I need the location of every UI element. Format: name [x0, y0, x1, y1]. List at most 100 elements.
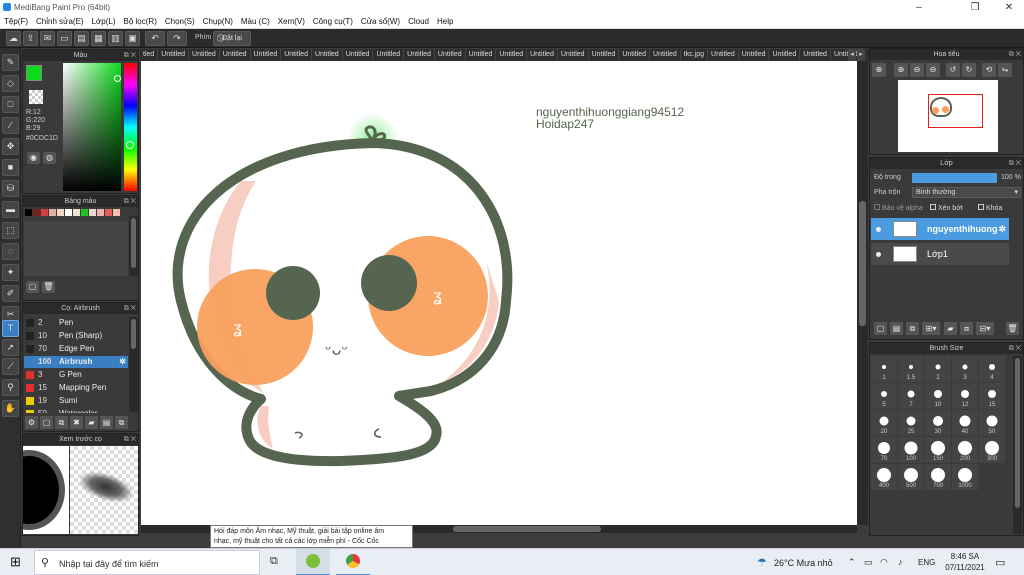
palette-swatch[interactable]: [89, 209, 96, 216]
brush-item[interactable]: 2 Pen: [24, 317, 128, 329]
volume-icon[interactable]: ♪: [898, 557, 903, 567]
tab-scroll-right-icon[interactable]: ▸: [857, 49, 865, 61]
palette-swatch[interactable]: [57, 209, 64, 216]
document-tab[interactable]: Untitled: [189, 49, 220, 61]
brush-size-cell[interactable]: 200: [952, 437, 978, 463]
brush-size-cell[interactable]: 70: [871, 437, 897, 463]
brush-size-cell[interactable]: 15: [979, 383, 1005, 409]
palette-swatch[interactable]: [25, 209, 32, 216]
brush-size-cell[interactable]: 40: [952, 410, 978, 436]
new-layer-icon[interactable]: ▢: [874, 322, 887, 335]
palette-swatch[interactable]: [97, 209, 104, 216]
palette-scrollbar[interactable]: [129, 216, 138, 276]
primary-color-swatch[interactable]: [26, 65, 42, 81]
brush-export-icon[interactable]: ▤: [100, 416, 113, 429]
page-icon[interactable]: ▤: [74, 31, 89, 46]
brush-settings-gear-icon[interactable]: ✲: [119, 356, 126, 368]
hue-slider[interactable]: [124, 63, 137, 191]
color-wheel-icon[interactable]: ◉: [27, 152, 40, 164]
document-tab[interactable]: Untitled: [708, 49, 739, 61]
palette-swatch[interactable]: [81, 209, 88, 216]
palette-swatch[interactable]: [49, 209, 56, 216]
canvas-vscrollbar[interactable]: [857, 61, 868, 525]
blend-mode-select[interactable]: Bình thường ▾: [912, 187, 1021, 198]
weather-text[interactable]: 26°C Mưa nhỏ: [774, 558, 833, 568]
brush-tool-icon[interactable]: ✎: [2, 54, 19, 71]
taskbar-coccoc-app[interactable]: [296, 549, 330, 575]
brush-folder-icon[interactable]: ▰: [85, 416, 98, 429]
brush-settings-icon[interactable]: ⧉: [115, 416, 128, 429]
navigator-view-rect[interactable]: [928, 94, 983, 128]
document-tab[interactable]: Untitled: [739, 49, 770, 61]
chat-icon[interactable]: ✉: [40, 31, 55, 46]
panel-close-icon[interactable]: ⧉ ✕: [1009, 49, 1021, 60]
undo-icon[interactable]: ↶: [145, 31, 165, 46]
palette-swatch[interactable]: [33, 209, 40, 216]
document-tab[interactable]: Untitled: [435, 49, 466, 61]
document-tab[interactable]: Untitled: [466, 49, 497, 61]
brush-size-cell[interactable]: 500: [898, 464, 924, 490]
text-tool-icon[interactable]: T: [2, 320, 19, 337]
clipping-checkbox[interactable]: Xén bớt: [930, 204, 963, 212]
palette-swatch[interactable]: [73, 209, 80, 216]
document-tab[interactable]: Untitled: [373, 49, 405, 61]
navigator-thumbnail[interactable]: [898, 80, 998, 152]
redo-icon[interactable]: ↷: [167, 31, 187, 46]
drawing-canvas[interactable]: ʓ ʓ ᵕᴗᵕ nguyenthihuonggiang94512 Hoidap2…: [141, 61, 857, 525]
menu-item[interactable]: Chỉnh sửa(E): [32, 15, 88, 29]
document-tab[interactable]: Untitled: [496, 49, 528, 61]
menu-item[interactable]: Tệp(F): [0, 15, 32, 29]
delete-layer-icon[interactable]: 🗑: [1006, 322, 1019, 335]
brush-item[interactable]: 10 Pen (Sharp): [24, 330, 128, 342]
menu-item[interactable]: Bộ lọc(R): [120, 15, 161, 29]
eyedropper-tool-icon[interactable]: ⚲: [2, 379, 19, 396]
menu-item[interactable]: Màu (C): [237, 15, 274, 29]
zoom-in-icon[interactable]: ⊕: [894, 63, 908, 77]
palette-swatch[interactable]: [65, 209, 72, 216]
brush-size-cell[interactable]: 1000: [952, 464, 978, 490]
rotate-reset-icon[interactable]: ⟲: [982, 63, 996, 77]
brush-new-icon[interactable]: ▢: [40, 416, 53, 429]
document-tab[interactable]: Untitled: [558, 49, 589, 61]
panel-close-icon[interactable]: ⧉ ✕: [124, 196, 136, 207]
layer-properties-icon[interactable]: ⊟▾: [976, 322, 994, 335]
eye-icon[interactable]: [876, 252, 881, 257]
dot-tool-icon[interactable]: □: [2, 96, 19, 113]
brush-size-cell[interactable]: 12: [952, 383, 978, 409]
language-indicator[interactable]: ENG: [918, 558, 935, 567]
eraser-tool-icon[interactable]: ◇: [2, 75, 19, 92]
document-tab[interactable]: Untitled: [312, 49, 343, 61]
brush-size-cell[interactable]: 10: [925, 383, 951, 409]
document-tab[interactable]: Untitled: [619, 49, 651, 61]
document-tab[interactable]: Untitled: [769, 49, 801, 61]
brush-size-cell[interactable]: 2: [925, 356, 951, 382]
document-tab[interactable]: Untitled: [527, 49, 558, 61]
brush-item[interactable]: 100 Airbrush ✲: [24, 356, 128, 368]
select-pen-tool-icon[interactable]: ✐: [2, 285, 19, 302]
menu-item[interactable]: Cloud: [404, 15, 433, 29]
eyedrop-color-icon[interactable]: ◍: [43, 152, 56, 164]
maximize-button[interactable]: ❐: [960, 0, 990, 15]
select-rect-tool-icon[interactable]: ⬚: [2, 222, 19, 239]
taskbar-chrome-app[interactable]: [336, 549, 370, 575]
wifi-icon[interactable]: ◠: [880, 557, 888, 568]
frame-icon[interactable]: ▣: [125, 31, 140, 46]
document-tab[interactable]: tkc.jpg: [681, 49, 709, 61]
panel-close-icon[interactable]: ⧉ ✕: [124, 50, 136, 61]
document-tab[interactable]: Untitled: [650, 49, 681, 61]
close-button[interactable]: ✕: [994, 0, 1024, 15]
clock[interactable]: 8:46 SA 07/11/2021: [945, 551, 985, 573]
brush-scrollbar[interactable]: [129, 317, 138, 412]
trash-icon[interactable]: 🗑: [42, 281, 55, 293]
minimize-button[interactable]: –: [904, 0, 934, 15]
operation-tool-icon[interactable]: ➚: [2, 339, 19, 356]
document-tab[interactable]: Untitled: [404, 49, 435, 61]
rotate-left-icon[interactable]: ↺: [946, 63, 960, 77]
brush-size-cell[interactable]: 25: [898, 410, 924, 436]
protect-alpha-checkbox[interactable]: Bảo vệ alpha: [874, 204, 923, 212]
document-tab[interactable]: Untitled: [220, 49, 251, 61]
notification-icon[interactable]: ▭: [995, 556, 1005, 569]
layer-add-menu-icon[interactable]: ⊞▾: [922, 322, 940, 335]
brush-size-cell[interactable]: 30: [925, 410, 951, 436]
document-tab[interactable]: Untitled: [800, 49, 831, 61]
